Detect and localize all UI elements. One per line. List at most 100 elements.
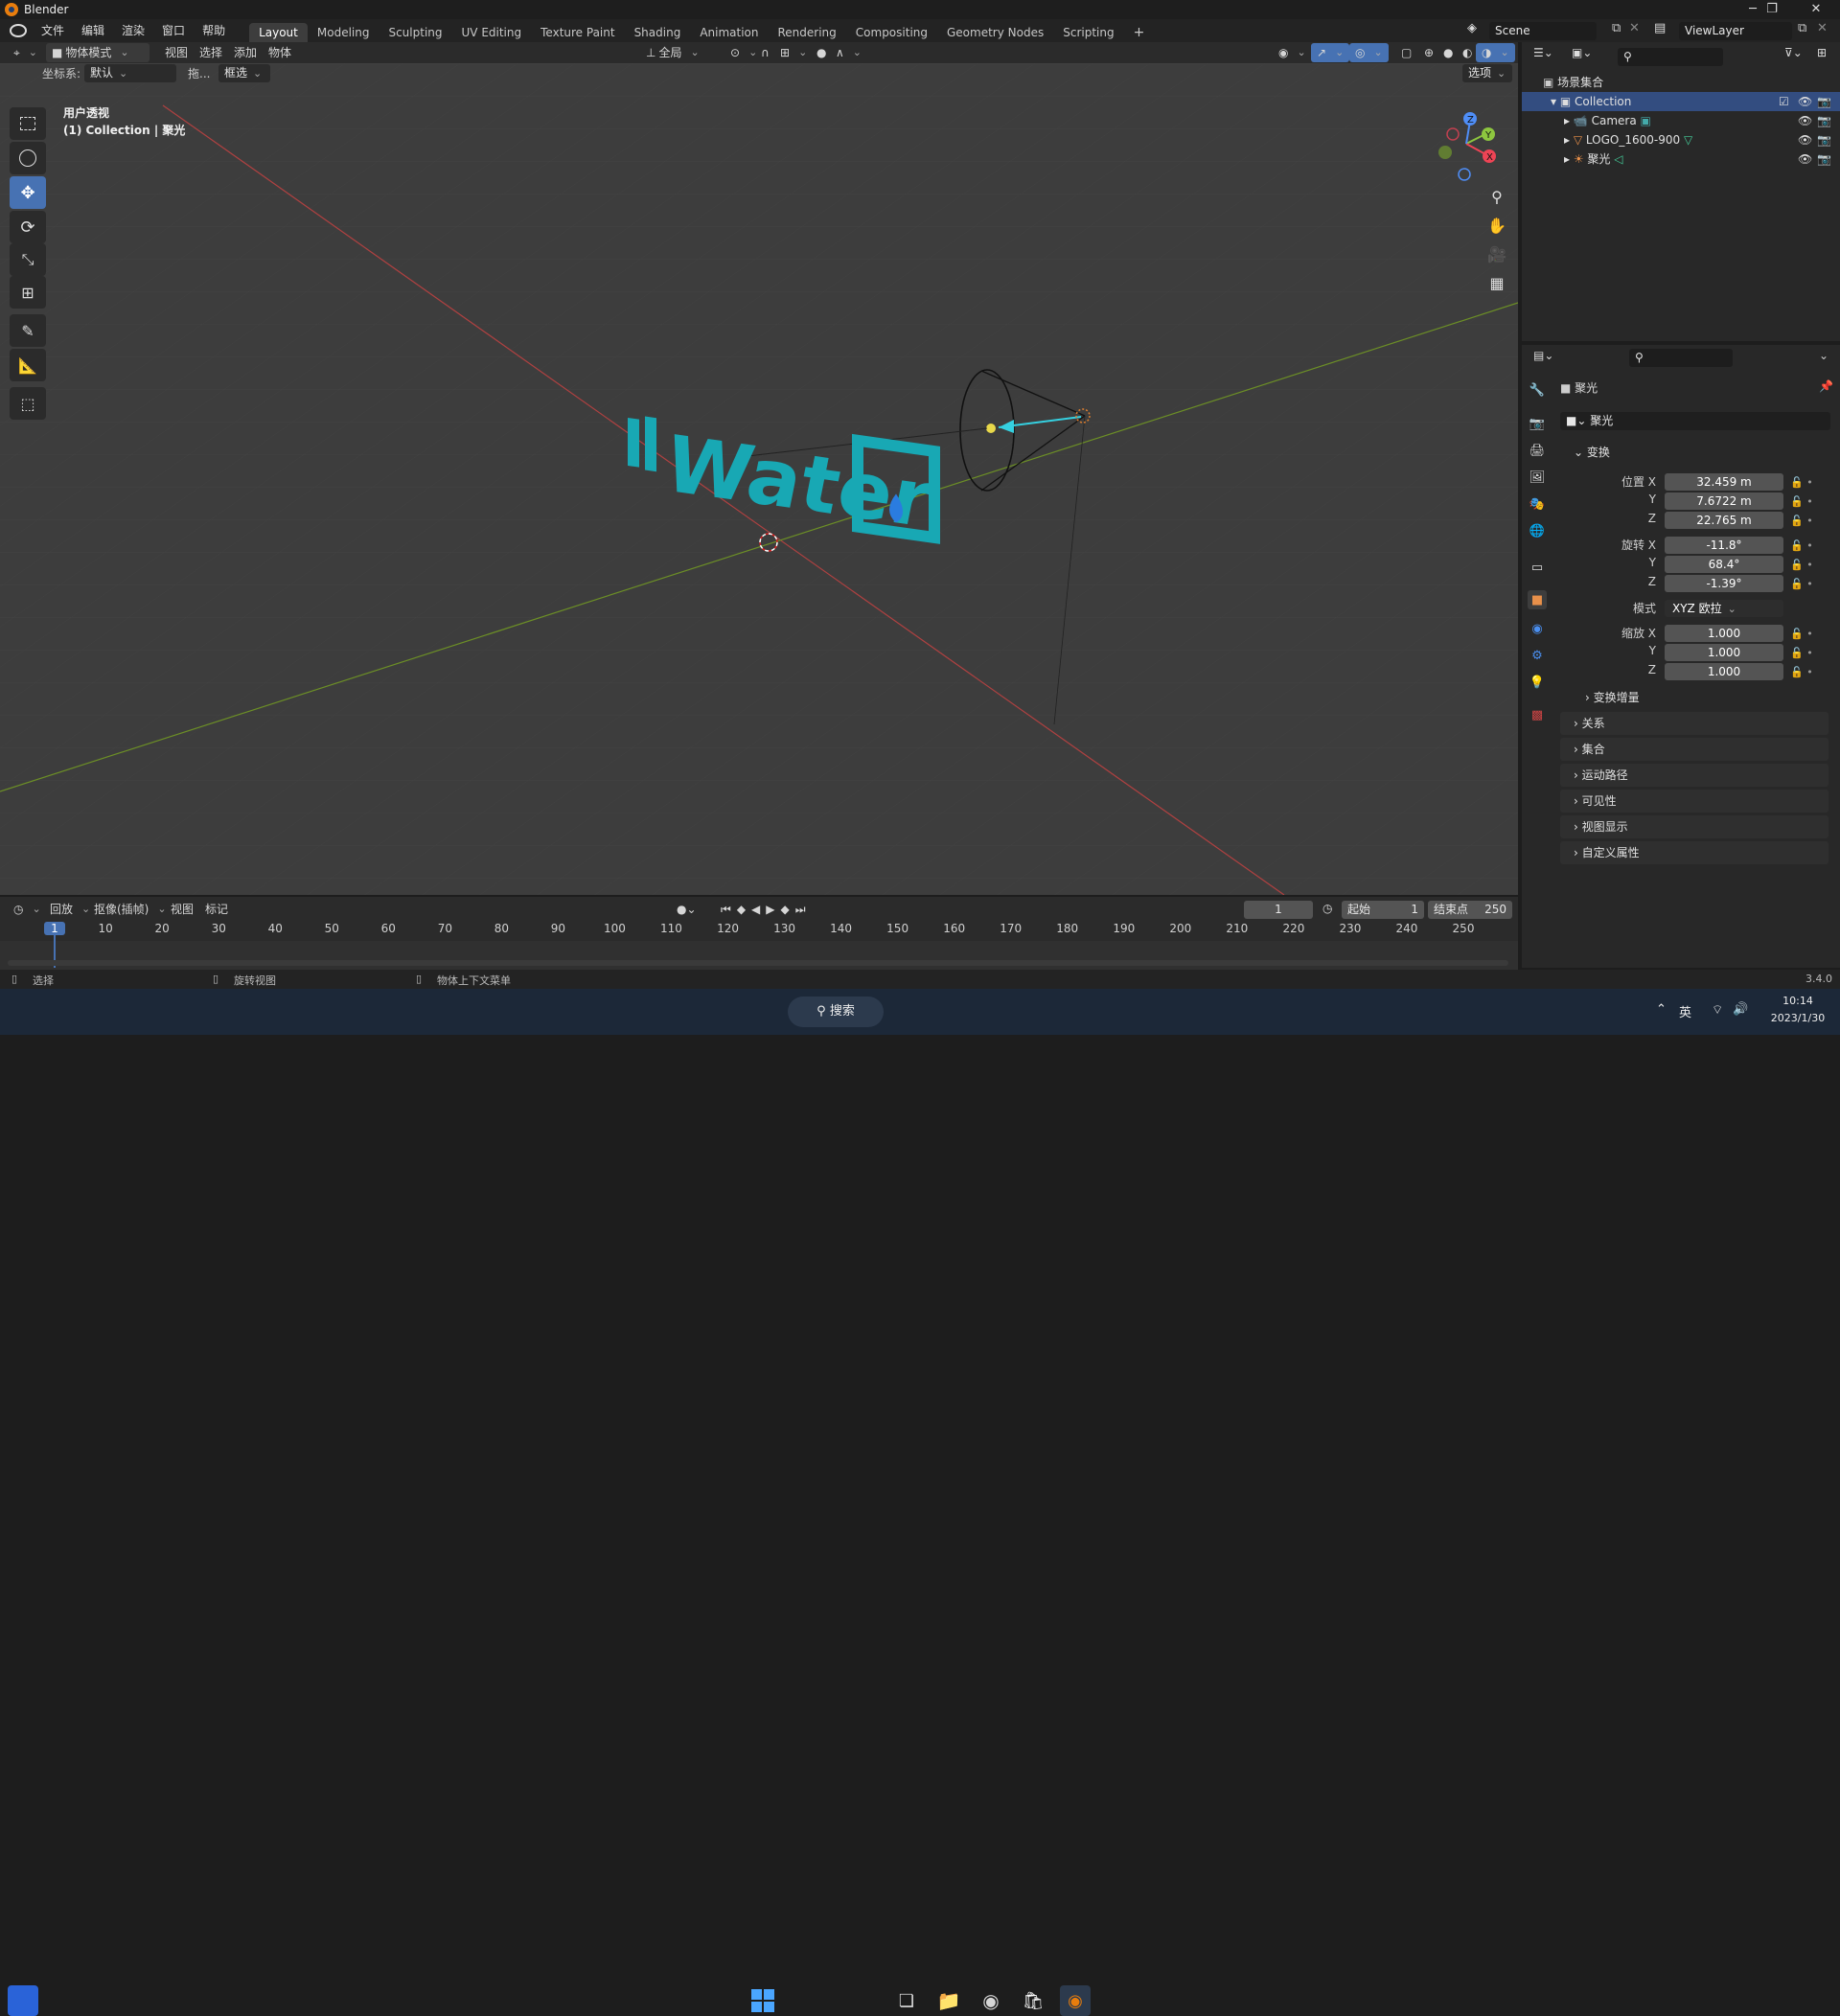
tab-modeling[interactable]: Modeling [308, 23, 380, 42]
keying-menu[interactable]: 抠像(插帧) [88, 900, 172, 919]
pin-icon[interactable]: 📌 [1819, 379, 1833, 393]
gizmo-toggle[interactable]: ↗ [1311, 43, 1350, 62]
play-icon[interactable]: ▶ [766, 900, 777, 919]
add-workspace-button[interactable]: + [1124, 23, 1155, 42]
editor-type-button[interactable]: ⌖ [8, 43, 43, 62]
close-button[interactable]: ✕ [1794, 0, 1838, 19]
3d-viewport[interactable]: Water 用户透视 (1) Collection | 聚光 坐标系: 默认 拖… [0, 63, 1518, 895]
relations-panel-header[interactable]: › 关系 [1560, 712, 1828, 735]
start-button[interactable] [748, 1985, 778, 2016]
location-z-field[interactable]: 22.765 m [1665, 512, 1783, 529]
annotate-tool[interactable]: ✎ [10, 314, 46, 347]
texture-tab-icon[interactable]: ▩ [1528, 705, 1547, 724]
overlay-toggle[interactable]: ◎ [1349, 43, 1389, 62]
eye-icon[interactable]: 👁 [1798, 111, 1812, 130]
blender-menu-icon[interactable] [10, 24, 27, 37]
tool-tab-icon[interactable]: 🔧 [1528, 380, 1547, 400]
scale-x-field[interactable]: 1.000 [1665, 625, 1783, 642]
navigation-gizmo[interactable]: Y X Z [1428, 105, 1505, 182]
volume-icon[interactable]: 🔊 [1733, 1002, 1748, 1017]
jump-end-icon[interactable]: ⏭ [795, 900, 809, 919]
snap-target-dropdown[interactable]: ⊞ [774, 43, 813, 62]
location-y-field[interactable]: 7.6722 m [1665, 493, 1783, 510]
outliner-item-camera[interactable]: ▸ 📹 Camera ▣ 👁 📷 [1522, 111, 1840, 130]
object-tab-icon[interactable]: ■ [1528, 590, 1547, 609]
rotate-tool[interactable]: ⟳ [10, 211, 46, 243]
outliner-scene-collection[interactable]: ▣ 场景集合 [1522, 73, 1840, 92]
coordinate-system-dropdown[interactable]: 默认 [84, 64, 176, 82]
rotation-y-field[interactable]: 68.4° [1665, 556, 1783, 573]
outliner-editor-icon[interactable]: ☰⌄ [1533, 46, 1553, 59]
render-camera-icon[interactable]: 📷 [1817, 149, 1831, 169]
tab-geometry-nodes[interactable]: Geometry Nodes [937, 23, 1053, 42]
widgets-icon[interactable] [8, 1985, 38, 2016]
start-frame-field[interactable]: 起始 1 [1342, 901, 1424, 919]
eye-icon[interactable]: 👁 [1798, 92, 1812, 111]
constraints-tab-icon[interactable]: ⚙ [1528, 646, 1547, 665]
scene-browse-icon[interactable]: ◈ [1462, 21, 1482, 40]
custom-properties-panel-header[interactable]: › 自定义属性 [1560, 841, 1828, 864]
drag-select-dropdown[interactable]: 框选 [218, 64, 270, 82]
prev-keyframe-icon[interactable]: ◆ [737, 900, 748, 919]
play-reverse-icon[interactable]: ◀ [751, 900, 763, 919]
rotation-mode-dropdown[interactable]: XYZ 欧拉 [1665, 600, 1783, 617]
display-mode-icon[interactable]: ▣⌄ [1572, 46, 1592, 59]
task-view-icon[interactable]: ❏ [891, 1985, 922, 2016]
end-frame-field[interactable]: 结束点 250 [1428, 901, 1512, 919]
menu-window[interactable]: 窗口 [153, 19, 194, 42]
object-mode-dropdown[interactable]: ■ 物体模式 [46, 43, 150, 62]
filter-icon[interactable]: ⊽⌄ [1784, 46, 1803, 59]
clock-date[interactable]: 2023/1/30 [1763, 1012, 1832, 1024]
menu-add[interactable]: 添加 [228, 43, 263, 62]
transform-panel-header[interactable]: ⌄ 变换 [1560, 441, 1828, 464]
rotation-z-field[interactable]: -1.39° [1665, 575, 1783, 592]
store-icon[interactable]: 🛍 [1018, 1985, 1048, 2016]
playback-controls[interactable]: ⏮ ◆ ◀ ▶ ◆ ⏭ [715, 900, 815, 919]
cursor-tool[interactable] [10, 142, 46, 174]
outliner-search-input[interactable]: ⚲ [1618, 48, 1723, 66]
transform-orientation-dropdown[interactable]: ⊥ 全局 [640, 43, 717, 62]
delete-scene-icon[interactable]: ✕ [1629, 21, 1640, 35]
move-tool[interactable]: ✥ [10, 176, 46, 209]
delta-transform-header[interactable]: › 变换增量 [1572, 686, 1828, 709]
render-tab-icon[interactable]: 📷 [1528, 414, 1547, 433]
zoom-view-button[interactable]: ⚲ [1484, 183, 1510, 210]
blender-taskbar-icon[interactable]: ◉ [1060, 1985, 1091, 2016]
xray-toggle[interactable]: ▢ [1395, 43, 1417, 62]
visibility-panel-header[interactable]: › 可见性 [1560, 790, 1828, 813]
tab-shading[interactable]: Shading [625, 23, 691, 42]
view-layer-tab-icon[interactable]: 🖼 [1528, 468, 1547, 487]
camera-view-button[interactable]: 🎥 [1484, 241, 1510, 267]
tab-texture-paint[interactable]: Texture Paint [531, 23, 624, 42]
tab-sculpting[interactable]: Sculpting [379, 23, 451, 42]
current-frame-field[interactable]: 1 [1244, 901, 1313, 919]
measure-tool[interactable]: 📐 [10, 349, 46, 381]
scale-y-field[interactable]: 1.000 [1665, 644, 1783, 661]
tab-compositing[interactable]: Compositing [846, 23, 937, 42]
output-tab-icon[interactable]: 🖨 [1528, 441, 1547, 460]
menu-help[interactable]: 帮助 [194, 19, 234, 42]
shading-wireframe-button[interactable]: ⊕ [1418, 43, 1439, 62]
rotation-x-field[interactable]: -11.8° [1665, 537, 1783, 554]
outliner-collection-row[interactable]: ▾ ▣ Collection ☑ 👁 📷 [1522, 92, 1840, 111]
viewlayer-browse-icon[interactable]: ▤ [1654, 21, 1666, 35]
auto-key-toggle[interactable]: ●⌄ [671, 900, 702, 919]
menu-select[interactable]: 选择 [194, 43, 228, 62]
motion-paths-panel-header[interactable]: › 运动路径 [1560, 764, 1828, 787]
collections-panel-header[interactable]: › 集合 [1560, 738, 1828, 761]
viewport-display-panel-header[interactable]: › 视图显示 [1560, 815, 1828, 838]
scale-lock-icons[interactable]: 🔓 • 🔓 • 🔓 • [1790, 625, 1828, 682]
perspective-toggle-button[interactable]: ▦ [1484, 269, 1510, 296]
tab-scripting[interactable]: Scripting [1053, 23, 1123, 42]
add-cube-tool[interactable]: ⬚ [10, 387, 46, 420]
tab-rendering[interactable]: Rendering [769, 23, 846, 42]
outliner-item-logo[interactable]: ▸ ▽ LOGO_1600-900 ▽ 👁 📷 [1522, 130, 1840, 149]
collection-tab-icon[interactable]: ▭ [1528, 558, 1547, 577]
timeline-scrollbar[interactable] [8, 960, 1508, 966]
proportional-falloff-dropdown[interactable]: ∧ [830, 43, 867, 62]
options-dropdown[interactable]: 选项 [1462, 64, 1512, 82]
properties-search-input[interactable]: ⚲ [1629, 349, 1733, 367]
delete-viewlayer-icon[interactable]: ✕ [1817, 21, 1828, 35]
scene-tab-icon[interactable]: 🎭 [1528, 494, 1547, 514]
wifi-icon[interactable]: ⌔ [1712, 1002, 1723, 1018]
